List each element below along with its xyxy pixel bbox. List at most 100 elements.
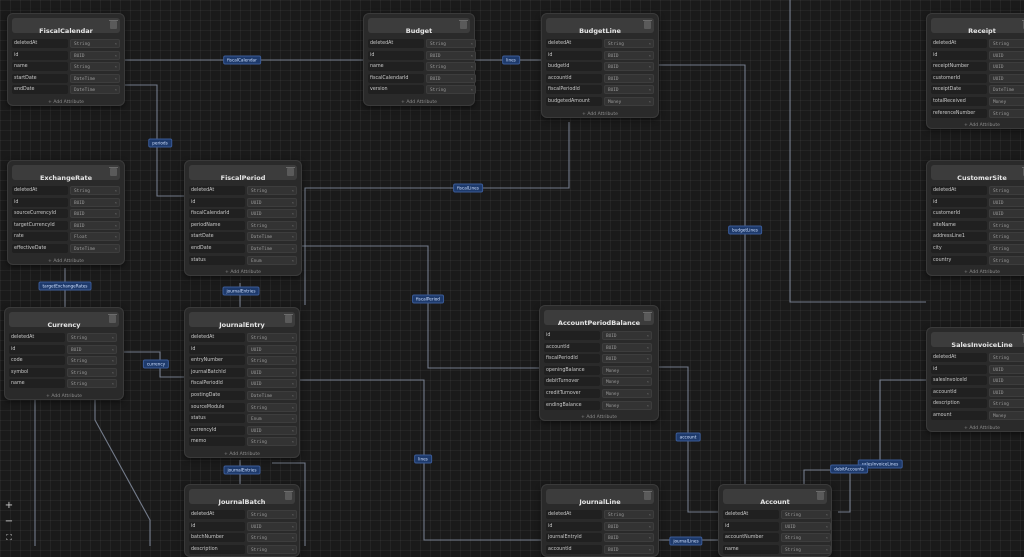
field-name[interactable]: name	[368, 62, 424, 72]
relation-label[interactable]: account	[675, 432, 701, 442]
field-name[interactable]: deletedAt	[931, 39, 987, 48]
field-name[interactable]: description	[931, 399, 987, 409]
trash-icon[interactable]	[108, 313, 117, 323]
field-name[interactable]: status	[189, 255, 245, 265]
field-type-select[interactable]: UUID⌃	[989, 376, 1024, 386]
field-name[interactable]: totalReceived	[931, 96, 987, 106]
zoom-in-button[interactable]: +	[4, 500, 14, 512]
relation-label[interactable]: fiscalPeriod	[412, 294, 444, 304]
field-name[interactable]: deletedAt	[12, 186, 68, 195]
field-type-select[interactable]: UUID⌃	[989, 50, 1024, 60]
field-name[interactable]: id	[12, 50, 68, 60]
field-type-select[interactable]: BUID ⌃	[70, 50, 120, 60]
field-type-select[interactable]: BUID ⌃	[604, 85, 654, 95]
table-header[interactable]: Budget	[368, 18, 470, 35]
field-name[interactable]: country	[931, 255, 987, 265]
field-name[interactable]: endDate	[189, 243, 245, 253]
field-type-select[interactable]: DateTime ⌃	[247, 390, 297, 400]
field-name[interactable]: deletedAt	[189, 333, 245, 342]
field-name[interactable]: deletedAt	[723, 510, 779, 519]
field-name[interactable]: id	[189, 197, 245, 207]
field-name[interactable]: effectiveDate	[12, 243, 68, 253]
table-header[interactable]: Account	[723, 489, 827, 506]
field-type-select[interactable]: DateTime ⌃	[247, 243, 297, 253]
trash-icon[interactable]	[643, 490, 652, 500]
field-name[interactable]: endDate	[12, 85, 68, 95]
field-name[interactable]: id	[189, 344, 245, 354]
field-type-select[interactable]: Money⌃	[989, 410, 1024, 420]
field-name[interactable]: journalEntryId	[546, 533, 602, 543]
field-type-select[interactable]: BUID ⌃	[426, 50, 476, 60]
field-name[interactable]: debitTurnover	[544, 377, 600, 387]
relation-label[interactable]: debitAccounts	[830, 464, 868, 474]
field-name[interactable]: name	[9, 379, 65, 389]
field-name[interactable]: sourceModule	[189, 402, 245, 412]
table-exchangerate[interactable]: ExchangeRate deletedAt String ⌃ id BUID ⌃ sourc…	[7, 160, 125, 265]
field-name[interactable]: accountId	[544, 342, 600, 352]
field-name[interactable]: id	[723, 521, 779, 531]
add-attribute-button[interactable]: + Add Attribute	[185, 452, 299, 457]
field-type-select[interactable]: DateTime ⌃	[70, 243, 120, 253]
field-type-select[interactable]: String⌃	[247, 533, 297, 543]
field-type-select[interactable]: String⌃	[67, 333, 117, 342]
field-name[interactable]: city	[931, 243, 987, 253]
field-type-select[interactable]: BUID ⌃	[67, 344, 117, 354]
relation-label[interactable]: lines	[502, 55, 520, 65]
trash-icon[interactable]	[286, 166, 295, 176]
field-type-select[interactable]: UUID⌃	[989, 364, 1024, 374]
table-header[interactable]: ExchangeRate	[12, 165, 120, 182]
field-type-select[interactable]: UUID⌃	[989, 387, 1024, 397]
field-type-select[interactable]: UUID⌃	[247, 367, 297, 377]
field-name[interactable]: accountId	[546, 544, 602, 554]
field-name[interactable]: creditTurnover	[544, 388, 600, 398]
field-name[interactable]: id	[9, 344, 65, 354]
field-name[interactable]: fiscalPeriodId	[189, 379, 245, 389]
field-name[interactable]: deletedAt	[189, 510, 245, 519]
field-type-select[interactable]: UUID⌃	[247, 209, 297, 219]
field-type-select[interactable]: String⌃	[70, 186, 120, 195]
field-name[interactable]: receiptDate	[931, 85, 987, 95]
field-name[interactable]: salesInvoiceId	[931, 376, 987, 386]
relation-label[interactable]: journalLines	[669, 536, 703, 546]
table-customersite[interactable]: CustomerSitedeletedAtString⌃idUUID⌃custo…	[926, 160, 1024, 277]
table-header[interactable]: Currency	[9, 312, 119, 329]
table-budgetline[interactable]: BudgetLine deletedAt String ⌃ id BUID ⌃ budgetI…	[541, 13, 659, 118]
field-type-select[interactable]: String⌃	[247, 544, 297, 554]
table-currency[interactable]: Currency deletedAt String ⌃ id BUID ⌃ code Strin…	[4, 307, 124, 400]
field-name[interactable]: id	[931, 50, 987, 60]
field-type-select[interactable]: String⌃	[247, 356, 297, 366]
field-name[interactable]: id	[368, 50, 424, 60]
field-name[interactable]: description	[189, 544, 245, 554]
field-name[interactable]: name	[12, 62, 68, 72]
field-name[interactable]: batchNumber	[189, 533, 245, 543]
field-type-select[interactable]: String⌃	[989, 220, 1024, 230]
relation-label[interactable]: budgetLines	[728, 225, 762, 235]
table-header[interactable]: SalesInvoiceLine	[931, 332, 1024, 349]
field-type-select[interactable]: String⌃	[989, 353, 1024, 362]
field-type-select[interactable]: String⌃	[781, 544, 831, 554]
field-type-select[interactable]: DateTime ⌃	[247, 232, 297, 242]
field-type-select[interactable]: String⌃	[67, 367, 117, 377]
table-header[interactable]: CustomerSite	[931, 165, 1024, 182]
field-type-select[interactable]: String⌃	[247, 402, 297, 412]
field-name[interactable]: version	[368, 85, 424, 95]
field-type-select[interactable]: Money⌃	[989, 96, 1024, 106]
field-type-select[interactable]: String⌃	[70, 62, 120, 72]
field-type-select[interactable]: Money⌃	[604, 96, 654, 106]
field-type-select[interactable]: BUID ⌃	[426, 73, 476, 83]
relation-label[interactable]: journalEntries	[222, 286, 260, 296]
field-name[interactable]: id	[931, 197, 987, 207]
field-name[interactable]: journalBatchId	[189, 367, 245, 377]
field-name[interactable]: deletedAt	[546, 510, 602, 519]
trash-icon[interactable]	[284, 490, 293, 500]
table-journalline[interactable]: JournalLine deletedAt String ⌃ id BUID ⌃ journa…	[541, 484, 659, 557]
add-attribute-button[interactable]: + Add Attribute	[927, 123, 1024, 128]
field-type-select[interactable]: UUID⌃	[781, 521, 831, 531]
table-header[interactable]: JournalEntry	[189, 312, 295, 329]
relation-label[interactable]: lines	[414, 454, 432, 464]
field-name[interactable]: referenceNumber	[931, 108, 987, 118]
relation-label[interactable]: currency	[142, 359, 170, 369]
field-type-select[interactable]: Money⌃	[602, 377, 652, 387]
field-name[interactable]: startDate	[12, 73, 68, 83]
field-type-select[interactable]: BUID ⌃	[604, 521, 654, 531]
